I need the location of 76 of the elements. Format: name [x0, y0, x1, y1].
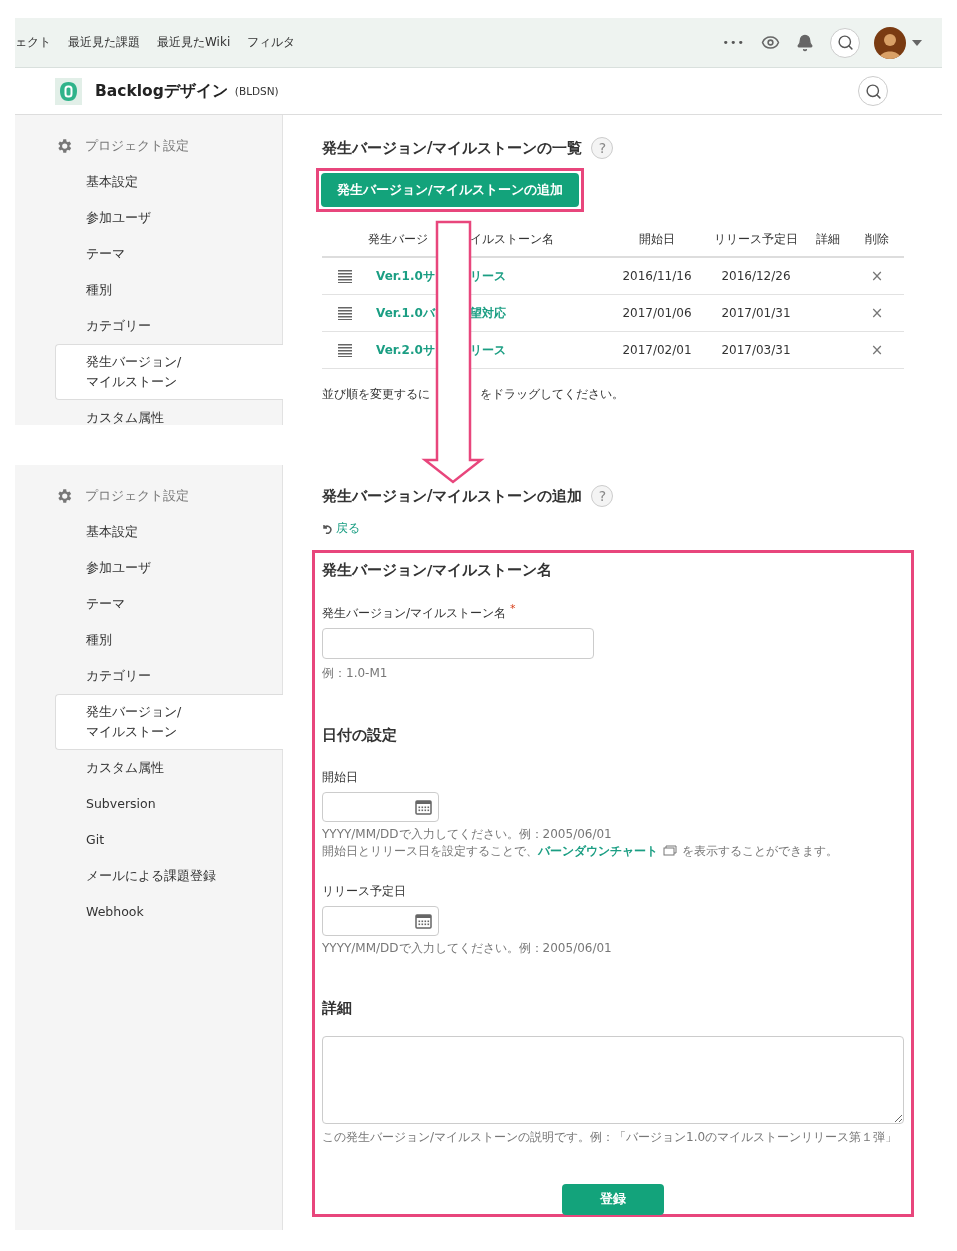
- sidebar-title: プロジェクト設定: [85, 487, 189, 505]
- undo-icon: [322, 523, 332, 534]
- field-hint: この発生バージョン/マイルストーンの説明です。例：「バージョン1.0のマイルストーンリリース第１弾」: [322, 1128, 899, 1146]
- sidebar-item[interactable]: 発生バージョン/ マイルストーン: [55, 694, 283, 750]
- back-link[interactable]: 戻る: [322, 520, 360, 537]
- nav-link[interactable]: フィルタ: [247, 34, 296, 51]
- sidebar-item[interactable]: Subversion: [55, 786, 282, 822]
- drag-handle-icon[interactable]: [338, 306, 352, 320]
- help-text: 並び順を変更するに: [322, 386, 431, 403]
- sidebar-item[interactable]: Git: [55, 822, 282, 858]
- section-heading: 日付の設定: [322, 725, 398, 745]
- table-cell-text: 2017/01/06: [621, 306, 693, 320]
- more-menu[interactable]: •••: [722, 36, 745, 49]
- calendar-icon[interactable]: [415, 798, 432, 815]
- page-title: 発生バージョン/マイルストーンの追加: [322, 486, 583, 506]
- sidebar-item[interactable]: テーマ: [55, 586, 282, 622]
- delete-button[interactable]: ×: [850, 341, 904, 359]
- sidebar-item[interactable]: 種別: [55, 272, 282, 308]
- column-header: 開始日: [638, 230, 676, 248]
- field-hint: YYYY/MM/DDで入力してください。例：2005/06/01: [322, 825, 613, 843]
- sidebar-item[interactable]: 発生バージョン/ マイルストーン: [55, 344, 283, 400]
- caret-icon[interactable]: [912, 39, 922, 46]
- delete-button[interactable]: ×: [850, 267, 904, 285]
- sidebar-item[interactable]: Webhook: [55, 894, 282, 930]
- column-header: イルストーン名: [470, 230, 554, 248]
- project-key: (BLDSN): [234, 85, 279, 97]
- section-heading: 発生バージョン/マイルストーン名: [322, 560, 554, 580]
- search-icon[interactable]: [864, 82, 882, 100]
- project-name: Backlogデザイン: [95, 80, 228, 102]
- sidebar-item[interactable]: 参加ユーザ: [55, 550, 282, 586]
- sidebar-item[interactable]: 種別: [55, 622, 282, 658]
- search-icon[interactable]: [836, 34, 854, 51]
- drag-handle-icon[interactable]: [338, 343, 352, 357]
- field-hint: YYYY/MM/DDで入力してください。例：2005/06/01: [322, 939, 613, 957]
- search-button[interactable]: [858, 76, 888, 106]
- table-cell-text: 2016/12/26: [720, 269, 792, 283]
- sidebar-title: プロジェクト設定: [85, 137, 189, 155]
- project-logo-icon: [55, 77, 82, 105]
- table-cell-text: 2017/02/01: [621, 343, 693, 357]
- input-field[interactable]: [322, 627, 594, 659]
- date-field[interactable]: [322, 791, 439, 822]
- date-field[interactable]: [322, 905, 439, 936]
- field-label: 開始日: [322, 768, 359, 786]
- sidebar-item[interactable]: 参加ユーザ: [55, 200, 282, 236]
- drag-handle-icon[interactable]: [338, 269, 352, 283]
- column-header: 詳細: [815, 230, 841, 248]
- table-cell-text: 2016/11/16: [621, 269, 693, 283]
- field-hint: 例：1.0-M1: [322, 664, 389, 682]
- sidebar-item[interactable]: カスタム属性: [55, 750, 282, 786]
- sidebar-item[interactable]: 基本設定: [55, 514, 282, 550]
- nav-link[interactable]: ェクト: [15, 34, 51, 51]
- column-header: 削除: [864, 230, 890, 248]
- help-text: をドラッグしてください。: [480, 386, 624, 403]
- search-button[interactable]: [830, 27, 860, 58]
- nav-link[interactable]: 最近見た課題: [68, 34, 140, 51]
- avatar[interactable]: [874, 26, 906, 59]
- eye-icon[interactable]: [761, 33, 780, 52]
- page-title: 発生バージョン/マイルストーンの一覧: [322, 138, 583, 158]
- sidebar-item[interactable]: 基本設定: [55, 164, 282, 200]
- new-window-icon: [663, 844, 677, 856]
- delete-button[interactable]: ×: [850, 304, 904, 322]
- section-heading: 詳細: [322, 998, 353, 1018]
- table-cell-text: 2017/03/31: [720, 343, 792, 357]
- nav-link[interactable]: 最近見たWiki: [157, 34, 231, 51]
- sidebar-item[interactable]: カスタム属性: [55, 400, 282, 425]
- calendar-icon[interactable]: [415, 912, 432, 929]
- bell-icon[interactable]: [796, 33, 814, 52]
- column-header: リリース予定日: [713, 230, 799, 248]
- sidebar-item[interactable]: メールによる課題登録: [55, 858, 282, 894]
- field-label: リリース予定日: [322, 882, 407, 900]
- sidebar-item[interactable]: カテゴリー: [55, 308, 282, 344]
- sidebar-item[interactable]: カテゴリー: [55, 658, 282, 694]
- column-header: 発生バージ: [368, 230, 429, 248]
- field-hint: 開始日とリリース日を設定することで、バーンダウンチャート を表示することができます。: [322, 842, 839, 860]
- sidebar-item[interactable]: テーマ: [55, 236, 282, 272]
- table-cell-text: 2017/01/31: [720, 306, 792, 320]
